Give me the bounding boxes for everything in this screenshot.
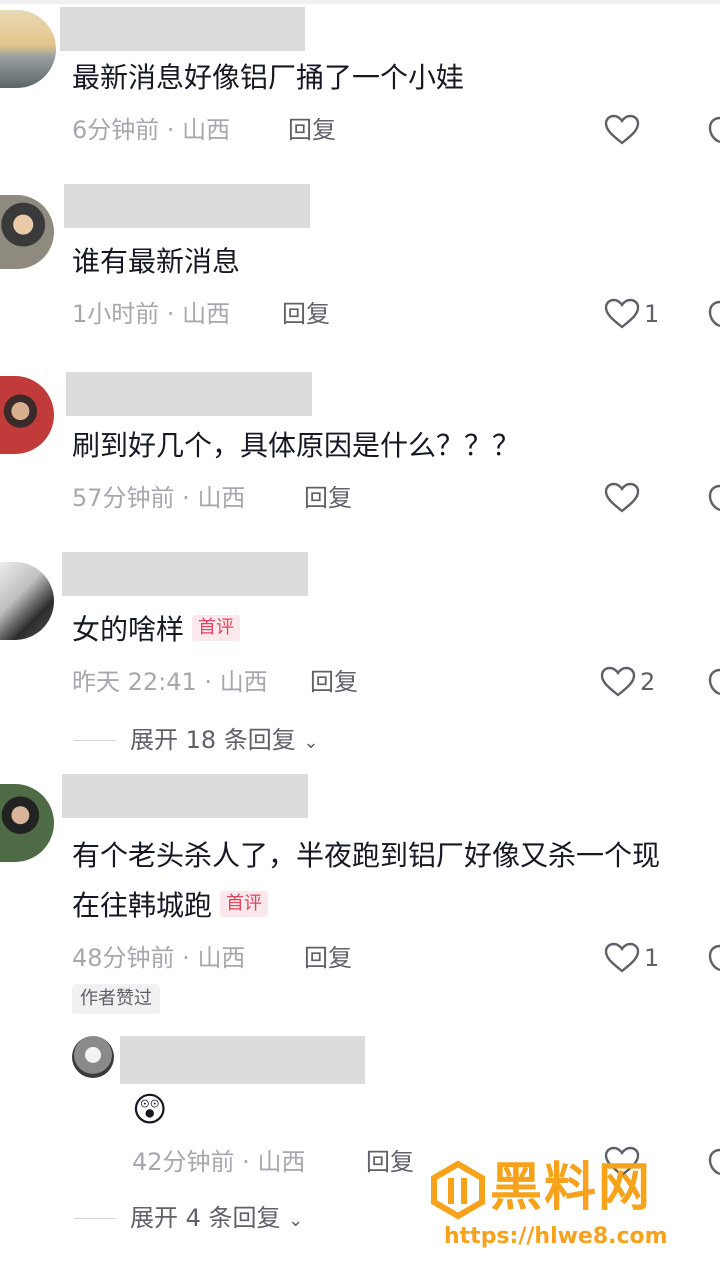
username-redacted[interactable]	[64, 184, 310, 228]
first-comment-badge: 首评	[220, 891, 269, 917]
avatar[interactable]	[0, 376, 54, 454]
comment-text: 在往韩城跑 首评	[72, 886, 269, 926]
avatar[interactable]	[0, 10, 56, 88]
watermark-logo-icon	[431, 1160, 485, 1220]
avatar[interactable]	[0, 562, 54, 640]
comment-text: 最新消息好像铝厂捅了一个小娃	[72, 61, 465, 94]
chevron-down-icon: ⌄	[303, 732, 319, 753]
heart-icon[interactable]	[604, 942, 640, 974]
reply-meta: 42分钟前 · 山西	[132, 1148, 306, 1176]
like-count: 1	[644, 300, 660, 328]
expand-replies-button[interactable]: 展开 18 条回复 ⌄	[130, 724, 319, 759]
watermark-title: 黑料网	[490, 1158, 653, 1218]
reply-emoji: 😲	[132, 1090, 168, 1130]
comment-meta: 48分钟前 · 山西	[72, 944, 246, 972]
avatar[interactable]	[0, 784, 54, 862]
reply-button[interactable]: 回复	[288, 114, 336, 146]
username-redacted[interactable]	[66, 372, 312, 416]
avatar[interactable]	[72, 1036, 114, 1078]
heart-icon[interactable]	[604, 114, 640, 146]
avatar[interactable]	[0, 195, 54, 269]
comment-text: 女的啥样 首评	[72, 610, 241, 650]
dislike-icon[interactable]	[704, 114, 720, 146]
chevron-down-icon: ⌄	[288, 1210, 304, 1231]
username-redacted[interactable]	[62, 774, 308, 818]
author-liked-tag: 作者赞过	[72, 984, 160, 1014]
dislike-icon[interactable]	[704, 942, 720, 974]
reply-button[interactable]: 回复	[304, 942, 352, 974]
expand-divider	[74, 1218, 116, 1219]
dislike-icon[interactable]	[704, 482, 720, 514]
expand-divider	[74, 740, 116, 741]
dislike-icon[interactable]	[704, 298, 720, 330]
watermark-url: https://hlwe8.com	[444, 1224, 668, 1249]
comment-meta: 昨天 22:41 · 山西	[72, 668, 268, 696]
expand-replies-button[interactable]: 展开 4 条回复 ⌄	[130, 1202, 303, 1237]
username-redacted[interactable]	[120, 1036, 365, 1084]
first-comment-badge: 首评	[192, 615, 241, 641]
comment-meta: 6分钟前 · 山西	[72, 116, 231, 144]
comment-text: 有个老头杀人了，半夜跑到铝厂好像又杀一个现	[72, 839, 661, 872]
heart-icon[interactable]	[604, 298, 640, 330]
reply-button[interactable]: 回复	[366, 1146, 414, 1178]
like-count: 2	[640, 668, 656, 696]
dislike-icon[interactable]	[704, 666, 720, 698]
username-redacted[interactable]	[62, 552, 308, 596]
comment-text: 谁有最新消息	[72, 245, 241, 278]
dislike-icon[interactable]	[704, 1146, 720, 1178]
comment-meta: 1小时前 · 山西	[72, 300, 231, 328]
reply-button[interactable]: 回复	[310, 666, 358, 698]
like-count: 1	[644, 944, 660, 972]
heart-icon[interactable]	[600, 666, 636, 698]
comment-meta: 57分钟前 · 山西	[72, 484, 246, 512]
reply-button[interactable]: 回复	[282, 298, 330, 330]
reply-button[interactable]: 回复	[304, 482, 352, 514]
username-redacted[interactable]	[60, 7, 305, 51]
heart-icon[interactable]	[604, 482, 640, 514]
comment-text: 刷到好几个，具体原因是什么？？？	[72, 429, 521, 462]
top-divider	[0, 0, 720, 4]
